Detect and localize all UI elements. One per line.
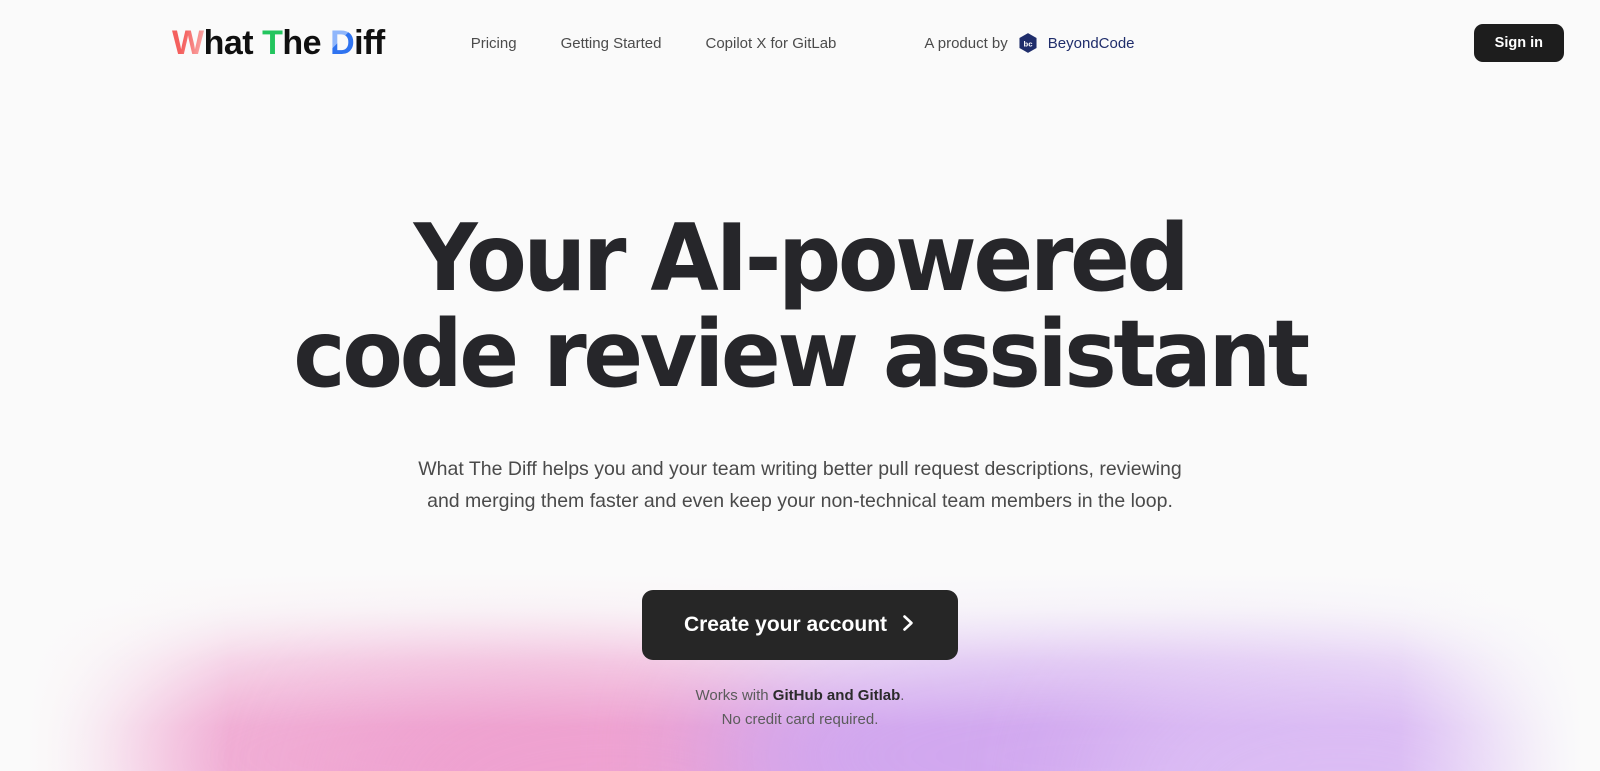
- main-nav: Pricing Getting Started Copilot X for Gi…: [449, 27, 859, 60]
- nav-link-getting-started[interactable]: Getting Started: [539, 27, 684, 60]
- logo-text-he: he: [282, 24, 322, 62]
- beyondcode-hex-icon: bc: [1017, 32, 1039, 54]
- nav-link-pricing[interactable]: Pricing: [449, 27, 539, 60]
- logo-text-iff: iff: [354, 24, 385, 62]
- create-account-button-label: Create your account: [683, 613, 888, 637]
- note-prefix: Works with: [695, 686, 773, 704]
- hero-headline-line-2: code review assistant: [293, 300, 1310, 409]
- hero-note-no-credit-card: No credit card required.: [721, 710, 879, 728]
- logo-letter-d: D: [330, 24, 355, 62]
- hero-headline: Your AI-powered code review assistant: [40, 212, 1560, 409]
- svg-text:bc: bc: [1023, 39, 1033, 48]
- note-platforms: GitHub and Gitlab: [772, 686, 901, 704]
- site-logo[interactable]: What The Diff: [172, 26, 385, 60]
- chevron-right-icon: [901, 613, 916, 637]
- site-header: What The Diff Pricing Getting Started Copi…: [0, 0, 1600, 86]
- logo-text-hat: hat: [203, 24, 254, 62]
- hero-notes: Works with GitHub and Gitlab. No credit …: [0, 684, 1600, 732]
- hero-section: Your AI-powered code review assistant Wh…: [0, 86, 1600, 732]
- nav-link-copilot-x-gitlab[interactable]: Copilot X for GitLab: [683, 27, 858, 60]
- hero-headline-line-1: Your AI-powered: [413, 204, 1190, 312]
- hero-note-works-with: Works with GitHub and Gitlab.: [0, 684, 1600, 708]
- logo-letter-w: W: [172, 24, 204, 62]
- create-account-button[interactable]: Create your account: [641, 589, 959, 660]
- hero-subtitle: What The Diff helps you and your team wr…: [418, 457, 1182, 513]
- sign-in-button[interactable]: Sign in: [1473, 23, 1564, 63]
- logo-letter-t: T: [262, 24, 283, 62]
- product-by-label: A product by: [924, 34, 1008, 52]
- product-by-beyondcode[interactable]: A product by bc BeyondCode: [924, 32, 1135, 54]
- note-suffix: .: [900, 686, 905, 704]
- beyondcode-brand-label: BeyondCode: [1047, 34, 1135, 52]
